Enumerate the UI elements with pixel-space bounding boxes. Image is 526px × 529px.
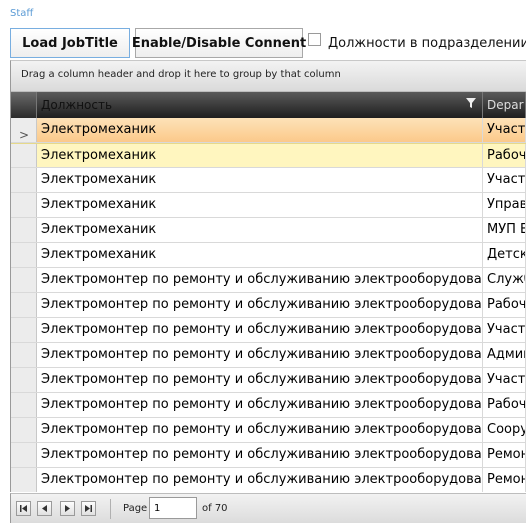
- table-row[interactable]: Электромеханик Управ: [11, 193, 526, 218]
- cell-department[interactable]: Рабоч: [483, 144, 526, 167]
- cell-department[interactable]: Детск: [483, 243, 526, 267]
- toggle-connect-button[interactable]: Enable/Disable Connent: [132, 28, 306, 58]
- row-selector[interactable]: [11, 468, 37, 492]
- next-page-icon[interactable]: [60, 501, 75, 516]
- grid-body: >ЭлектромеханикУчастоЭлектромеханикРабоч…: [11, 118, 526, 492]
- row-selector[interactable]: [11, 393, 37, 417]
- cell-department[interactable]: Соору: [483, 418, 526, 442]
- cell-job[interactable]: Электромонтер по ремонту и обслуживанию …: [37, 418, 483, 442]
- cell-job[interactable]: Электромонтер по ремонту и обслуживанию …: [37, 443, 483, 467]
- column-header-job-label: Должность: [41, 98, 113, 112]
- cell-department[interactable]: Участо: [483, 318, 526, 342]
- row-selector[interactable]: [11, 268, 37, 292]
- group-panel[interactable]: Drag a column header and drop it here to…: [11, 61, 526, 92]
- cell-job[interactable]: Электромонтер по ремонту и обслуживанию …: [37, 343, 483, 367]
- row-selector[interactable]: [11, 243, 37, 267]
- cell-department[interactable]: Участо: [483, 368, 526, 392]
- table-row[interactable]: Электромеханик МУП Б: [11, 218, 526, 243]
- page-count-label: of 70: [202, 503, 228, 514]
- cell-department[interactable]: Ремон: [483, 443, 526, 467]
- cell-department[interactable]: Рабоч: [483, 293, 526, 317]
- row-selector[interactable]: [11, 218, 37, 242]
- row-selector[interactable]: [11, 168, 37, 192]
- cell-job[interactable]: Электромеханик: [37, 243, 483, 267]
- table-row[interactable]: Электромеханик Детск: [11, 243, 526, 268]
- cell-job[interactable]: Электромонтер по ремонту и обслуживанию …: [37, 393, 483, 417]
- page-label: Page: [123, 503, 148, 514]
- table-row[interactable]: Электромонтер по ремонту и обслуживанию …: [11, 418, 526, 443]
- cell-job[interactable]: Электромеханик: [37, 218, 483, 242]
- row-selector[interactable]: [11, 318, 37, 342]
- table-row[interactable]: Электромонтер по ремонту и обслуживанию …: [11, 293, 526, 318]
- cell-job[interactable]: Электромонтер по ремонту и обслуживанию …: [37, 468, 483, 492]
- table-row[interactable]: Электромонтер по ремонту и обслуживанию …: [11, 368, 526, 393]
- cell-department[interactable]: МУП Б: [483, 218, 526, 242]
- cell-department[interactable]: Админ: [483, 343, 526, 367]
- window-title: Staff: [10, 8, 34, 19]
- column-header-department-label: Depar: [487, 98, 524, 112]
- department-checkbox-label: Должности в подразделении 2: [328, 36, 526, 51]
- column-header-job[interactable]: Должность: [37, 92, 483, 118]
- table-row[interactable]: Электромеханик Рабоч: [11, 143, 526, 168]
- grid-header: Должность Depar: [11, 92, 526, 118]
- row-selector[interactable]: [11, 293, 37, 317]
- table-row[interactable]: Электромонтер по ремонту и обслуживанию …: [11, 318, 526, 343]
- row-selector[interactable]: [11, 443, 37, 467]
- table-row[interactable]: Электромонтер по ремонту и обслуживанию …: [11, 443, 526, 468]
- pager-separator: [110, 499, 111, 519]
- staff-grid: Drag a column header and drop it here to…: [10, 60, 526, 492]
- cell-job[interactable]: Электромеханик: [37, 118, 483, 142]
- previous-page-icon[interactable]: [37, 501, 52, 516]
- last-page-icon[interactable]: [81, 501, 96, 516]
- row-selector[interactable]: [11, 343, 37, 367]
- cell-department[interactable]: Рабоч: [483, 393, 526, 417]
- cell-job[interactable]: Электромонтер по ремонту и обслуживанию …: [37, 318, 483, 342]
- page-number-input[interactable]: [149, 497, 197, 519]
- column-header-department[interactable]: Depar: [483, 92, 526, 118]
- first-page-icon[interactable]: [16, 501, 31, 516]
- cell-department[interactable]: Управ: [483, 193, 526, 217]
- cell-job[interactable]: Электромеханик: [37, 193, 483, 217]
- row-selector[interactable]: [11, 193, 37, 217]
- cell-department[interactable]: Участо: [483, 118, 526, 142]
- current-row-chevron-icon: >: [19, 128, 30, 142]
- department-checkbox[interactable]: [308, 33, 321, 46]
- cell-job[interactable]: Электромеханик: [37, 168, 483, 192]
- row-selector[interactable]: [11, 368, 37, 392]
- table-row[interactable]: Электромонтер по ремонту и обслуживанию …: [11, 393, 526, 418]
- table-row[interactable]: Электромонтер по ремонту и обслуживанию …: [11, 268, 526, 293]
- table-row[interactable]: Электромонтер по ремонту и обслуживанию …: [11, 468, 526, 492]
- load-jobtitle-button[interactable]: Load JobTitle: [10, 28, 130, 58]
- cell-department[interactable]: Ремон: [483, 468, 526, 492]
- cell-department[interactable]: Служб: [483, 268, 526, 292]
- filter-icon[interactable]: [466, 98, 476, 108]
- table-row[interactable]: ЭлектромеханикУчасто: [11, 168, 526, 193]
- cell-department[interactable]: Участо: [483, 168, 526, 192]
- header-row-selector: [11, 92, 37, 118]
- cell-job[interactable]: Электромеханик: [37, 144, 483, 167]
- row-selector[interactable]: >: [11, 118, 37, 142]
- cell-job[interactable]: Электромонтер по ремонту и обслуживанию …: [37, 368, 483, 392]
- table-row[interactable]: Электромонтер по ремонту и обслуживанию …: [11, 343, 526, 368]
- row-selector[interactable]: [11, 418, 37, 442]
- cell-job[interactable]: Электромонтер по ремонту и обслуживанию …: [37, 268, 483, 292]
- row-selector[interactable]: [11, 144, 37, 167]
- pager: Page of 70: [10, 493, 526, 523]
- table-row[interactable]: > ЭлектромеханикУчасто: [11, 118, 526, 143]
- cell-job[interactable]: Электромонтер по ремонту и обслуживанию …: [37, 293, 483, 317]
